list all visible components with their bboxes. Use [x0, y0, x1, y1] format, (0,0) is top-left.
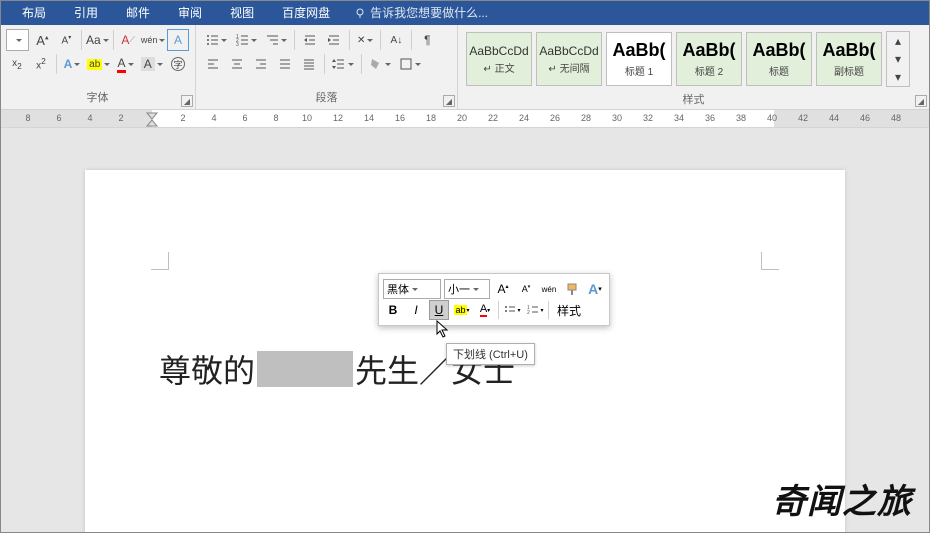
align-justify-button[interactable]	[274, 53, 296, 75]
paragraph-group: 123 ✕ A↓ ¶	[196, 25, 458, 109]
ribbon: A▴ A▾ Aa A⟋ wén A x2 x2 A ab A A 字 字体 ◢	[0, 25, 930, 110]
mini-bold-button[interactable]: B	[383, 300, 403, 320]
borders-button[interactable]	[396, 53, 424, 75]
menu-review[interactable]: 审阅	[164, 4, 216, 21]
tell-me-text: 告诉我您想要做什么...	[370, 4, 488, 21]
subscript-button[interactable]: x2	[6, 53, 28, 75]
style-title[interactable]: AaBb(标题	[746, 32, 812, 86]
font-group-label: 字体	[6, 87, 189, 107]
align-left-button[interactable]	[202, 53, 224, 75]
style-heading2[interactable]: AaBb(标题 2	[676, 32, 742, 86]
svg-text:2: 2	[527, 310, 530, 316]
change-case-button[interactable]: Aa	[86, 29, 108, 51]
character-shading-button[interactable]: A	[138, 53, 165, 75]
font-size-combo[interactable]	[6, 29, 29, 51]
watermark-text: 奇闻之旅	[772, 474, 912, 523]
mini-font-combo[interactable]: 黑体	[383, 279, 441, 299]
line-spacing-button[interactable]	[329, 53, 357, 75]
horizontal-ruler[interactable]: 8642246810121416182022242628303234363840…	[0, 110, 930, 128]
text-before-selection: 尊敬的	[159, 346, 255, 392]
menu-layout[interactable]: 布局	[8, 4, 60, 21]
margin-corner-tl	[151, 252, 169, 270]
mini-highlight-button[interactable]: ab▾	[452, 300, 472, 320]
mini-format-painter[interactable]	[562, 279, 582, 299]
style-normal[interactable]: AaBbCcDd↵ 正文	[466, 32, 532, 86]
phonetic-guide-button[interactable]: wén	[141, 29, 165, 51]
style-no-spacing[interactable]: AaBbCcDd↵ 无间隔	[536, 32, 602, 86]
mini-italic-button[interactable]: I	[406, 300, 426, 320]
text-effects-button[interactable]: A	[61, 53, 83, 75]
show-marks-button[interactable]: ¶	[416, 29, 438, 51]
highlight-button[interactable]: ab	[85, 53, 113, 75]
menu-baidu[interactable]: 百度网盘	[268, 4, 344, 21]
align-center-button[interactable]	[226, 53, 248, 75]
mini-styles-button[interactable]: 样式	[552, 300, 586, 320]
styles-scroll-down[interactable]: ▾	[887, 50, 909, 68]
character-border-button[interactable]: A	[167, 29, 189, 51]
styles-dialog-launcher[interactable]: ◢	[915, 95, 927, 107]
menu-mail[interactable]: 邮件	[112, 4, 164, 21]
bulb-icon	[354, 7, 366, 19]
increase-indent-button[interactable]	[323, 29, 345, 51]
mini-bullets-button[interactable]: ▾	[502, 300, 522, 320]
font-group: A▴ A▾ Aa A⟋ wén A x2 x2 A ab A A 字 字体 ◢	[0, 25, 196, 109]
mini-font-color-button[interactable]: A▾	[475, 300, 495, 320]
asian-layout-button[interactable]: ✕	[354, 29, 376, 51]
decrease-indent-button[interactable]	[299, 29, 321, 51]
svg-text:3: 3	[236, 42, 239, 47]
paragraph-group-label: 段落	[202, 87, 451, 107]
mini-shrink-font[interactable]: A▾	[516, 279, 536, 299]
enclose-characters-button[interactable]: 字	[167, 53, 189, 75]
margin-corner-tr	[761, 252, 779, 270]
font-color-button[interactable]: A	[114, 53, 136, 75]
shading-button[interactable]	[366, 53, 394, 75]
styles-group-label: 样式	[464, 89, 923, 109]
paragraph-dialog-launcher[interactable]: ◢	[443, 95, 455, 107]
clear-formatting-button[interactable]: A⟋	[117, 29, 139, 51]
mini-toolbar: 黑体 小一 A▴ A▾ wén A▾ B I U ab▾ A▾ ▾ 12▾ 样式	[378, 273, 610, 326]
mini-phonetic[interactable]: wén	[539, 279, 559, 299]
document-area[interactable]: 尊敬的 先生／女士	[0, 128, 930, 533]
styles-scroll-up[interactable]: ▴	[887, 32, 909, 50]
bullet-list-button[interactable]	[202, 29, 230, 51]
styles-scroll[interactable]: ▴ ▾ ▾	[886, 31, 910, 87]
styles-group: AaBbCcDd↵ 正文 AaBbCcDd↵ 无间隔 AaBb(标题 1 AaB…	[458, 25, 930, 109]
shrink-font-button[interactable]: A▾	[55, 29, 77, 51]
mini-underline-button[interactable]: U	[429, 300, 449, 320]
sort-button[interactable]: A↓	[385, 29, 407, 51]
style-subtitle[interactable]: AaBb(副标题	[816, 32, 882, 86]
mini-grow-font[interactable]: A▴	[493, 279, 513, 299]
styles-more[interactable]: ▾	[887, 68, 909, 86]
mini-numbering-button[interactable]: 12▾	[525, 300, 545, 320]
text-selection[interactable]	[257, 351, 353, 387]
multilevel-list-button[interactable]	[262, 29, 290, 51]
mini-size-combo[interactable]: 小一	[444, 279, 490, 299]
underline-tooltip: 下划线 (Ctrl+U)	[446, 343, 535, 365]
menu-references[interactable]: 引用	[60, 4, 112, 21]
style-heading1[interactable]: AaBb(标题 1	[606, 32, 672, 86]
indent-marker[interactable]	[152, 110, 158, 128]
tell-me[interactable]: 告诉我您想要做什么...	[354, 4, 488, 21]
align-right-button[interactable]	[250, 53, 272, 75]
styles-gallery[interactable]: AaBbCcDd↵ 正文 AaBbCcDd↵ 无间隔 AaBb(标题 1 AaB…	[464, 29, 923, 89]
superscript-button[interactable]: x2	[30, 53, 52, 75]
align-distribute-button[interactable]	[298, 53, 320, 75]
menu-view[interactable]: 视图	[216, 4, 268, 21]
grow-font-button[interactable]: A▴	[31, 29, 53, 51]
font-dialog-launcher[interactable]: ◢	[181, 95, 193, 107]
menu-bar: 布局 引用 邮件 审阅 视图 百度网盘 告诉我您想要做什么...	[0, 0, 930, 25]
number-list-button[interactable]: 123	[232, 29, 260, 51]
mini-styles-dropdown[interactable]: A▾	[585, 279, 605, 299]
